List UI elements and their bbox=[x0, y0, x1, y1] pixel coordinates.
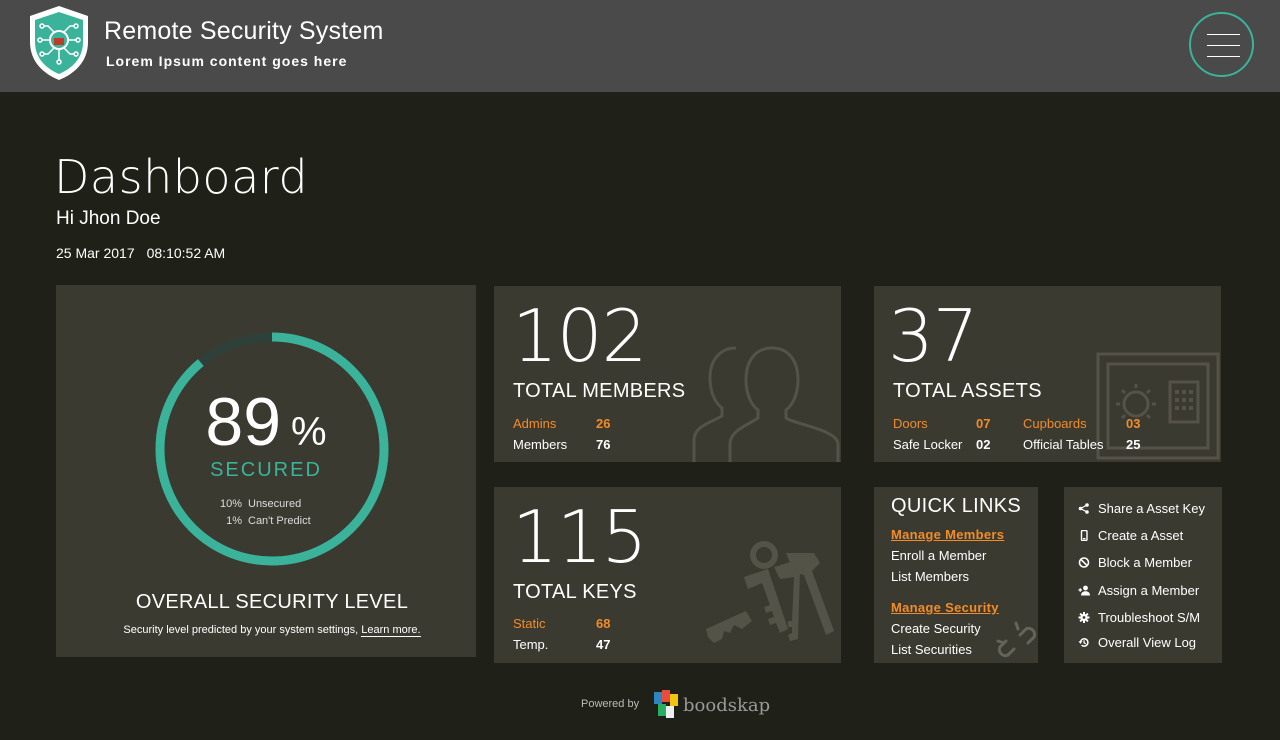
app-title: Remote Security System bbox=[104, 17, 384, 45]
admins-value: 26 bbox=[596, 416, 611, 431]
keys-label: TOTAL KEYS bbox=[513, 581, 637, 603]
stat-unsecured: 10% Unsecured bbox=[219, 498, 302, 510]
list-members-link[interactable]: List Members bbox=[891, 569, 969, 584]
greeting: Hi Jhon Doe bbox=[56, 208, 161, 229]
official-tables-value: 25 bbox=[1126, 437, 1141, 452]
keys-count: 115 bbox=[512, 495, 647, 579]
doors-value: 07 bbox=[976, 416, 991, 431]
static-keys-value: 68 bbox=[596, 616, 611, 631]
app-subtitle: Lorem Ipsum content goes here bbox=[106, 53, 348, 69]
manage-members-link[interactable]: Manage Members bbox=[891, 527, 1004, 542]
total-members-card[interactable]: 102 TOTAL MEMBERS Admins 26 Members 76 bbox=[494, 286, 841, 462]
learn-more-link[interactable]: Learn more. bbox=[361, 624, 421, 637]
datetime: 25 Mar 2017 08:10:52 AM bbox=[56, 245, 225, 261]
history-icon bbox=[1078, 638, 1089, 647]
security-status: SECURED bbox=[210, 459, 322, 481]
cupboards-value: 03 bbox=[1126, 416, 1141, 431]
security-mini-stats: 10% Unsecured 1% Can't Predict bbox=[218, 496, 311, 530]
create-security-link[interactable]: Create Security bbox=[891, 621, 981, 636]
current-date: 25 Mar 2017 bbox=[56, 245, 135, 261]
app-header: Remote Security System Lorem Ipsum conte… bbox=[0, 0, 1280, 92]
cupboards-label: Cupboards bbox=[1023, 416, 1087, 431]
quick-links-card: QUICK LINKS Manage Members Enroll a Memb… bbox=[874, 487, 1038, 663]
gear-icon bbox=[1078, 612, 1090, 623]
link-icon bbox=[996, 621, 1037, 658]
members-row-value: 76 bbox=[596, 437, 611, 452]
brand-name: boodskap bbox=[683, 695, 771, 716]
overall-security-note: Security level predicted by your system … bbox=[123, 624, 421, 637]
safe-locker-label: Safe Locker bbox=[893, 437, 963, 452]
admins-label: Admins bbox=[513, 416, 557, 431]
assign-member-action[interactable]: Assign a Member bbox=[1077, 583, 1199, 598]
stat-cant-predict: 1% Can't Predict bbox=[226, 515, 311, 527]
total-keys-card[interactable]: 115 TOTAL KEYS Static 68 Temp. 47 bbox=[494, 487, 841, 663]
assets-count: 37 bbox=[888, 294, 979, 378]
block-member-action[interactable]: Block a Member bbox=[1077, 555, 1192, 570]
share-icon bbox=[1078, 503, 1089, 514]
actions-card: Share a Asset Key Create a Asset Block a… bbox=[1064, 487, 1222, 663]
manage-security-link[interactable]: Manage Security bbox=[891, 600, 999, 615]
quick-links-title: QUICK LINKS bbox=[891, 495, 1021, 517]
overall-view-log-action[interactable]: Overall View Log bbox=[1077, 635, 1196, 650]
assets-label: TOTAL ASSETS bbox=[893, 380, 1042, 402]
hamburger-menu-button[interactable] bbox=[1189, 12, 1254, 77]
hamburger-menu-icon bbox=[1207, 34, 1240, 35]
block-icon bbox=[1078, 557, 1090, 568]
safe-icon bbox=[1096, 352, 1220, 460]
add-user-icon bbox=[1078, 585, 1090, 596]
members-count: 102 bbox=[512, 294, 647, 378]
shield-circuit-icon bbox=[30, 6, 88, 80]
overall-security-title: OVERALL SECURITY LEVEL bbox=[135, 591, 409, 613]
doors-label: Doors bbox=[893, 416, 928, 431]
users-icon bbox=[692, 346, 840, 462]
troubleshoot-action[interactable]: Troubleshoot S/M bbox=[1077, 610, 1200, 625]
page-title: Dashboard bbox=[54, 150, 309, 204]
static-keys-label: Static bbox=[513, 616, 546, 631]
powered-by-text: Powered by bbox=[581, 698, 640, 710]
temp-keys-value: 47 bbox=[596, 637, 611, 652]
enroll-member-link[interactable]: Enroll a Member bbox=[891, 548, 986, 563]
safe-locker-value: 02 bbox=[976, 437, 991, 452]
security-level-card: 89% SECURED 10% Unsecured 1% Can't Predict… bbox=[56, 285, 476, 657]
members-label: TOTAL MEMBERS bbox=[513, 380, 686, 402]
keys-icon bbox=[706, 541, 834, 643]
create-asset-action[interactable]: Create a Asset bbox=[1077, 528, 1183, 543]
current-time: 08:10:52 AM bbox=[146, 245, 226, 261]
share-asset-key-action[interactable]: Share a Asset Key bbox=[1077, 501, 1205, 516]
boodskap-logo-icon bbox=[654, 690, 678, 718]
total-assets-card[interactable]: 37 TOTAL ASSETS Doors 07 Safe Locker 02 … bbox=[874, 286, 1221, 462]
list-securities-link[interactable]: List Securities bbox=[891, 642, 972, 657]
official-tables-label: Official Tables bbox=[1023, 437, 1104, 452]
members-row-label: Members bbox=[513, 437, 568, 452]
mobile-icon bbox=[1080, 530, 1088, 541]
security-percent: 89% bbox=[205, 384, 327, 460]
temp-keys-label: Temp. bbox=[513, 637, 549, 652]
